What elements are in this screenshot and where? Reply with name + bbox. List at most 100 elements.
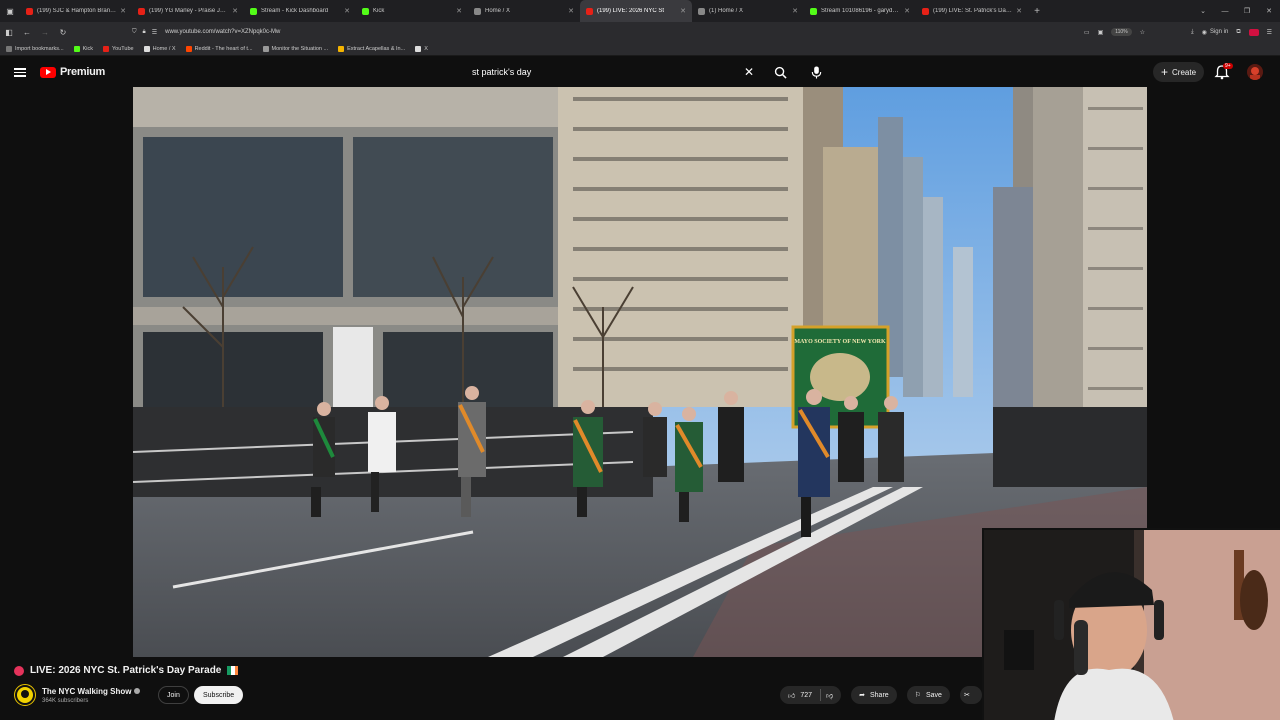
bookmark-item[interactable]: YouTube [103, 45, 134, 52]
tab-title: Kick [373, 8, 385, 14]
close-tab-icon[interactable]: ✕ [792, 7, 798, 15]
new-tab-button[interactable]: + [1028, 6, 1046, 17]
bookmark-item[interactable]: Monitor the Situation ... [262, 45, 329, 52]
bookmark-label: X [424, 45, 428, 52]
bookmark-favicon-icon [73, 45, 80, 52]
minimize-button[interactable]: — [1214, 8, 1236, 15]
bookmark-item[interactable]: Import bookmarks... [6, 45, 64, 52]
tab-actions-icon[interactable]: ▣ [0, 7, 20, 16]
user-avatar[interactable] [1247, 64, 1263, 80]
lock-icon[interactable]: 🔒︎ [143, 29, 146, 36]
menu-hamburger-icon[interactable] [14, 66, 26, 78]
tab-title: Home / X [485, 8, 511, 14]
channel-name-link[interactable]: The NYC Walking Show [42, 687, 141, 696]
channel-avatar[interactable] [14, 684, 36, 706]
back-button[interactable]: ← [18, 28, 36, 37]
bookmark-item[interactable]: Kick [73, 45, 93, 52]
shield-icon[interactable]: ⛉ [132, 29, 137, 36]
close-tab-icon[interactable]: ✕ [904, 7, 910, 15]
clip-button[interactable]: ✂ [959, 686, 982, 704]
browser-tab[interactable]: (199) LIVE: St. Patrick's Day para ✕ [916, 0, 1028, 22]
microphone-icon [811, 65, 821, 79]
bookmark-item[interactable]: Reddit - The heart of t... [185, 45, 253, 52]
browser-tab[interactable]: Home / X ✕ [468, 0, 580, 22]
account-icon: ◉ [1201, 29, 1207, 36]
browser-tab-strip: ▣ (199) SJC & Hampton Brandon ✕ (199) YG M… [0, 0, 1280, 22]
close-tab-icon[interactable]: ✕ [680, 7, 686, 15]
bookmark-favicon-icon [415, 45, 422, 52]
notification-count-badge: 9+ [1223, 63, 1233, 69]
clear-search-icon[interactable]: ✕ [744, 65, 754, 79]
bookmark-item[interactable]: X [415, 45, 428, 52]
browser-tab[interactable]: (199) SJC & Hampton Brandon ✕ [20, 0, 132, 22]
close-tab-icon[interactable]: ✕ [120, 7, 126, 15]
restore-button[interactable]: ❐ [1236, 7, 1258, 15]
avatar-image [1247, 64, 1263, 80]
downloads-icon[interactable]: ⤓ [1191, 29, 1194, 36]
verified-check-icon [134, 688, 141, 694]
thumbs-down-icon: 👎︎ [826, 692, 834, 700]
tab-favicon-icon [586, 7, 593, 15]
browser-tab[interactable]: (1) Home / X ✕ [692, 0, 804, 22]
search-button[interactable] [770, 61, 790, 83]
bookmark-icon: ⚐ [914, 692, 921, 699]
site-settings-icon[interactable]: ☰ [152, 29, 157, 36]
forward-button[interactable]: → [36, 28, 54, 37]
webcam-image [984, 530, 1280, 720]
like-button[interactable]: 👍︎ 727 [788, 689, 822, 701]
create-button[interactable]: + Create [1153, 62, 1205, 82]
bookmark-label: Home / X [152, 45, 176, 52]
thumbs-up-icon: 👍︎ [788, 692, 796, 700]
bookmark-label: YouTube [112, 45, 134, 52]
menu-icon[interactable]: ☰ [1267, 29, 1272, 36]
search-input[interactable]: st patrick's day ✕ [463, 61, 768, 83]
browser-tab[interactable]: Stream - Kick Dashboard ✕ [244, 0, 356, 22]
close-window-button[interactable]: ✕ [1258, 7, 1280, 15]
bookmark-item[interactable]: Extract Acapellas & In... [338, 45, 405, 52]
close-tab-icon[interactable]: ✕ [344, 7, 350, 15]
tab-title: (1) Home / X [709, 8, 744, 14]
search-icon [774, 66, 787, 79]
sign-in-button[interactable]: ◉ Sign in [1202, 29, 1229, 36]
tab-title: (199) LIVE: 2026 NYC St [597, 8, 665, 14]
voice-search-button[interactable] [806, 62, 826, 82]
close-tab-icon[interactable]: ✕ [1016, 7, 1022, 15]
bookmark-favicon-icon [143, 45, 150, 52]
url-field[interactable]: ⛉ 🔒︎ ☰ www.youtube.com/watch?v=XZNpqk0c-… [132, 25, 1032, 39]
bookmark-favicon-icon [338, 45, 345, 52]
close-tab-icon[interactable]: ✕ [232, 7, 238, 15]
subscribe-button[interactable]: Subscribe [194, 686, 244, 704]
channel-logo-icon [17, 687, 33, 703]
bookmark-star-icon[interactable]: ☆ [1140, 29, 1145, 36]
share-button[interactable]: ➦ Share [851, 686, 897, 704]
bookmark-label: Import bookmarks... [15, 45, 64, 52]
webcam-overlay [982, 528, 1280, 720]
join-button[interactable]: Join [158, 686, 189, 704]
close-tab-icon[interactable]: ✕ [568, 7, 574, 15]
live-indicator-icon [14, 665, 24, 676]
bookmark-label: Monitor the Situation ... [271, 45, 329, 52]
sidebar-toggle-icon[interactable]: ◧ [0, 28, 18, 37]
zoom-level[interactable]: 110% [1111, 28, 1132, 36]
reload-button[interactable]: ↻ [54, 28, 72, 37]
subscriber-count: 364K subscribers [42, 697, 89, 704]
bookmark-favicon-icon [262, 45, 269, 52]
scissors-icon: ✂ [963, 692, 970, 699]
extension-badge-icon[interactable] [1248, 28, 1259, 36]
browser-tab[interactable]: Kick ✕ [356, 0, 468, 22]
dislike-button[interactable]: 👎︎ [826, 691, 833, 700]
browser-tab[interactable]: Stream 101086196 - garydavid ✕ [804, 0, 916, 22]
close-tab-icon[interactable]: ✕ [456, 7, 462, 15]
bookmark-item[interactable]: Home / X [143, 45, 176, 52]
browser-tab[interactable]: (199) YG Marley - Praise Jah In ✕ [132, 0, 244, 22]
url-text: www.youtube.com/watch?v=XZNpqk0c-Mw [165, 29, 281, 35]
tab-list-icon[interactable]: ⌄ [1192, 7, 1214, 15]
save-button[interactable]: ⚐ Save [906, 686, 950, 704]
extensions-icon[interactable]: ⧉ [1236, 29, 1240, 36]
youtube-logo[interactable]: Premium [40, 66, 105, 78]
video-title-row: LIVE: 2026 NYC St. Patrick's Day Parade [14, 665, 239, 676]
like-count: 727 [800, 691, 813, 699]
screenshot-icon[interactable]: ▣ [1098, 29, 1104, 36]
pip-icon[interactable]: ▭ [1084, 29, 1090, 36]
browser-tab[interactable]: (199) LIVE: 2026 NYC St ✕ [580, 0, 692, 22]
